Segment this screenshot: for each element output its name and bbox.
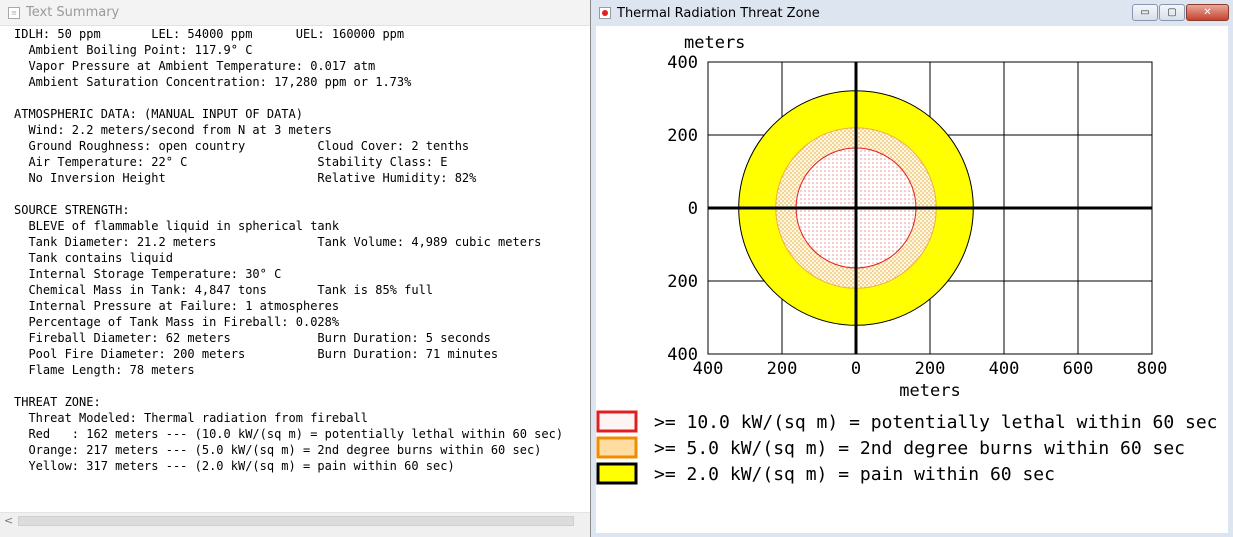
summary-line: Orange: 217 meters --- (5.0 kW/(sq m) = … (14, 443, 542, 457)
legend-swatch (596, 462, 638, 485)
summary-line: Yellow: 317 meters --- (2.0 kW/(sq m) = … (14, 459, 455, 473)
summary-line: Ambient Boiling Point: 117.9° C (14, 43, 253, 57)
x-tick-label: 600 (1063, 359, 1094, 379)
x-tick-label: 800 (1137, 359, 1168, 379)
summary-line: Tank contains liquid (14, 251, 173, 265)
text-summary-window: ≡ Text Summary IDLH: 50 ppm LEL: 54000 p… (0, 0, 591, 537)
summary-line: Fireball Diameter: 62 meters Burn Durati… (14, 331, 491, 345)
summary-line: Internal Pressure at Failure: 1 atmosphe… (14, 299, 340, 313)
summary-line: Wind: 2.2 meters/second from N at 3 mete… (14, 123, 332, 137)
legend-swatch (596, 436, 638, 459)
x-tick-label: 0 (851, 359, 861, 379)
close-button[interactable]: ✕ (1186, 4, 1229, 21)
summary-line: Percentage of Tank Mass in Fireball: 0.0… (14, 315, 340, 329)
text-summary-titlebar[interactable]: ≡ Text Summary (0, 0, 590, 26)
y-tick-label: 200 (667, 126, 698, 146)
x-axis-label: meters (899, 381, 960, 401)
summary-text-area[interactable]: IDLH: 50 ppm LEL: 54000 ppm UEL: 160000 … (0, 26, 590, 512)
summary-line: Chemical Mass in Tank: 4,847 tons Tank i… (14, 283, 434, 297)
summary-line: Threat Modeled: Thermal radiation from f… (14, 411, 369, 425)
legend-label: >= 10.0 kW/(sq m) = potentially lethal w… (654, 412, 1218, 433)
summary-line: ATMOSPHERIC DATA: (MANUAL INPUT OF DATA) (14, 107, 303, 121)
summary-line: Vapor Pressure at Ambient Temperature: 0… (14, 59, 376, 73)
legend-label: >= 2.0 kW/(sq m) = pain within 60 sec (654, 464, 1055, 485)
threat-zone-titlebar[interactable]: Thermal Radiation Threat Zone ▭ ▢ ✕ (591, 0, 1233, 26)
x-tick-label: 200 (767, 359, 798, 379)
scrollbar-thumb[interactable] (18, 516, 574, 526)
x-tick-label: 400 (693, 359, 724, 379)
scroll-left-icon[interactable]: < (4, 513, 13, 529)
summary-line: Internal Storage Temperature: 30° C (14, 267, 282, 281)
summary-line: Tank Diameter: 21.2 meters Tank Volume: … (14, 235, 542, 249)
threat-zone-title: Thermal Radiation Threat Zone (617, 5, 820, 21)
y-tick-label: 200 (667, 272, 698, 292)
summary-line: BLEVE of flammable liquid in spherical t… (14, 219, 340, 233)
threat-zone-window: Thermal Radiation Threat Zone ▭ ▢ ✕ 400 2… (591, 0, 1233, 537)
text-summary-title: Text Summary (26, 5, 120, 20)
summary-line: IDLH: 50 ppm LEL: 54000 ppm UEL: 160000 … (14, 27, 405, 41)
plot-area: 400 200 0 200 400 400 200 0 200 400 600 800 meters me… (596, 26, 1228, 533)
summary-text: IDLH: 50 ppm LEL: 54000 ppm UEL: 160000 … (0, 26, 590, 474)
y-tick-label: 400 (667, 53, 698, 73)
status-strip (0, 529, 590, 537)
summary-line: Ground Roughness: open country Cloud Cov… (14, 139, 470, 153)
horizontal-scrollbar[interactable]: < (0, 512, 590, 529)
y-axis-label: meters (684, 33, 745, 53)
y-tick-label: 0 (688, 199, 698, 219)
summary-line: SOURCE STRENGTH: (14, 203, 130, 217)
summary-line: Red : 162 meters --- (10.0 kW/(sq m) = p… (14, 427, 564, 441)
summary-line: Pool Fire Diameter: 200 meters Burn Dura… (14, 347, 499, 361)
minimize-button[interactable]: ▭ (1132, 4, 1158, 21)
app-icon (599, 7, 611, 19)
threat-zone-plot: 4002000200400400 200 0 200 400 600 800metersme… (596, 33, 1218, 485)
maximize-button[interactable]: ▢ (1159, 4, 1185, 21)
summary-line: Air Temperature: 22° C Stability Class: … (14, 155, 448, 169)
x-tick-label: 200 (915, 359, 946, 379)
document-icon: ≡ (8, 6, 20, 19)
x-tick-label: 400 (989, 359, 1020, 379)
summary-line: Ambient Saturation Concentration: 17,280… (14, 75, 412, 89)
summary-line: THREAT ZONE: (14, 395, 101, 409)
legend-label: >= 5.0 kW/(sq m) = 2nd degree burns with… (654, 438, 1185, 459)
legend-swatch (596, 410, 638, 433)
summary-line: No Inversion Height Relative Humidity: 8… (14, 171, 477, 185)
summary-line: Flame Length: 78 meters (14, 363, 195, 377)
